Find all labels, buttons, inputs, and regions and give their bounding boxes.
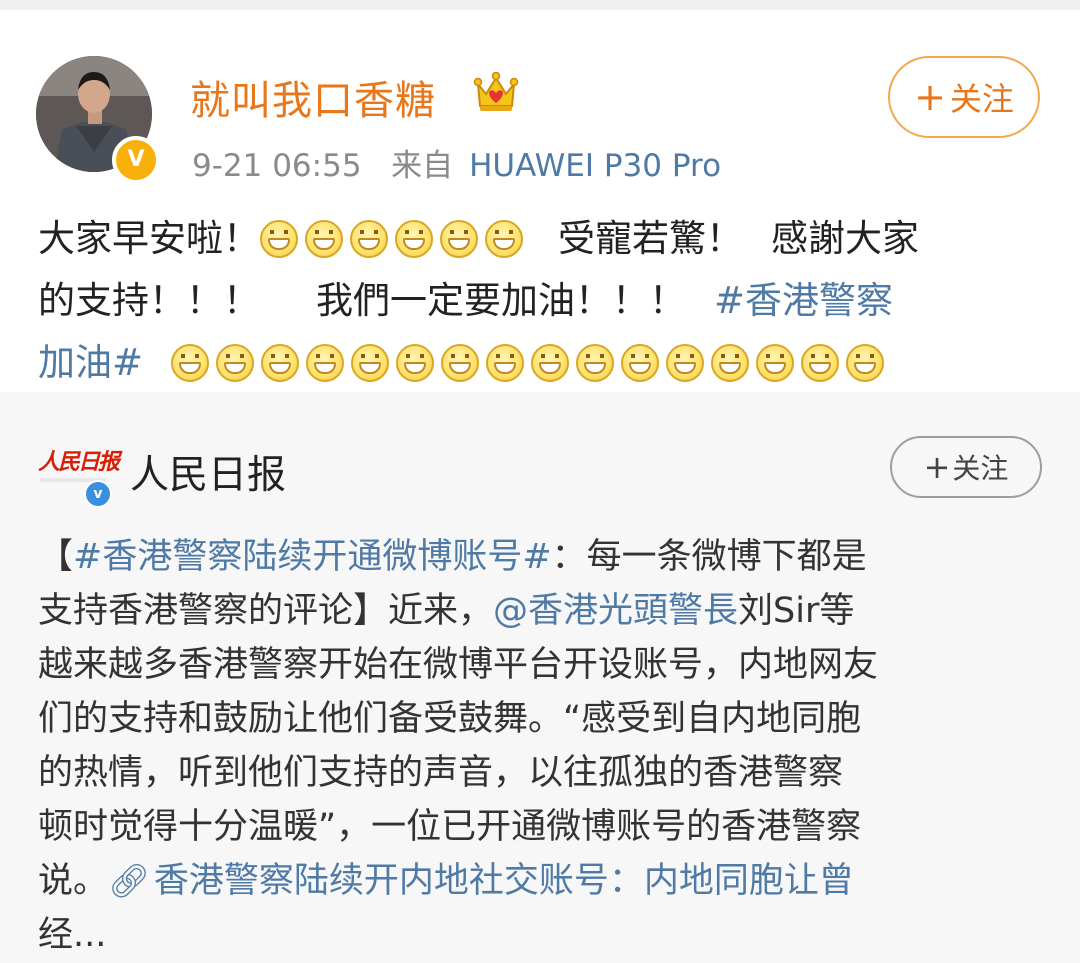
repost-line-6: 顿时觉得十分温暖”，一位已开通微博账号的香港警察 [38,800,1048,854]
grin-emoji-icon [801,344,840,382]
grin-emoji-icon [440,220,478,258]
verified-v-icon: V [112,136,160,184]
read-more-text[interactable]: 经... [38,908,106,962]
post-meta: 9-21 06:55 来自 HUAWEI P30 Pro [192,140,721,185]
post-line-1: 大家早安啦！ 受寵若驚！ 感謝大家 [38,208,1048,270]
grin-emoji-icon [171,344,210,382]
post-body: 大家早安啦！ 受寵若驚！ 感謝大家 的支持！！！ 我們一定要加油！！！ #香港警… [38,208,1048,394]
text-thanks: 感謝大家 [771,217,919,260]
grin-emoji-icon [306,344,345,382]
grin-emoji-icon [396,344,435,382]
device-link[interactable]: HUAWEI P30 Pro [469,148,721,184]
grin-emoji-icon [846,344,885,382]
username[interactable]: 就叫我口香糖 [190,68,436,126]
plus-icon: + [923,448,951,486]
grin-emoji-icon [395,220,433,258]
grin-emoji-icon [261,344,300,382]
grin-emoji-icon [531,344,570,382]
repost-text-segment: 说。 [38,861,109,901]
grin-emoji-icon [305,220,343,258]
repost-follow-button[interactable]: +关注 [890,436,1042,498]
hashtag-link[interactable]: #香港警察 [714,270,893,332]
grin-emoji-icon [621,344,660,382]
source-prefix: 来自 [391,148,454,184]
repost-text-segment: 刘Sir等 [738,591,855,631]
grin-emoji-icon [216,344,255,382]
top-divider [0,0,1080,10]
article-link[interactable]: 香港警察陆续开内地社交账号：内地同胞让曾 [154,854,854,908]
plus-icon: + [914,75,946,119]
post-time: 9-21 06:55 [192,148,362,184]
bracket-open: 【 [38,537,74,577]
repost-text-segment: 顿时觉得十分温暖”，一位已开通微博账号的香港警察 [38,807,862,847]
text-flattered: 受寵若驚！ [558,217,743,260]
repost-line-1: 【#香港警察陆续开通微博账号# ：每一条微博下都是 [38,530,1048,584]
weibo-post: V 就叫我口香糖 9-21 06:55 来自 HUAWEI P30 Pro + 关注… [0,10,1080,392]
repost-card[interactable]: 人民日报 v 人民日报 +关注 【#香港警察陆续开通微博账号# ：每一条微博下都是… [0,392,1080,963]
repost-body: 【#香港警察陆续开通微博账号# ：每一条微博下都是 支持香港警察的评论】近来， @香… [38,530,1048,962]
text-support: 的支持！！！ [38,279,260,322]
grin-emoji-icon [260,220,298,258]
verified-v-icon: v [84,480,112,508]
follow-button[interactable]: + 关注 [888,56,1040,138]
hashtag-link-end[interactable]: 加油# [38,332,143,394]
grin-emoji-icon [756,344,795,382]
repost-text-segment: 们的支持和鼓励让他们备受鼓舞。“感受到自内地同胞 [38,699,862,739]
text-jiayou: 我們一定要加油！！！ [316,279,686,322]
post-line-2: 的支持！！！ 我們一定要加油！！！ #香港警察 [38,270,1048,332]
repost-hashtag-link[interactable]: #香港警察陆续开通微博账号# [73,530,552,584]
post-line-3: 加油# [38,332,1048,394]
repost-line-5: 的热情，听到他们支持的声音，以往孤独的香港警察 [38,746,1048,800]
repost-line-7: 说。 🔗︎ 香港警察陆续开内地社交账号：内地同胞让曾 [38,854,1048,908]
mention-link[interactable]: @香港光頭警長 [493,584,738,638]
repost-line-3: 越来越多香港警察开始在微博平台开设账号，内地网友 [38,638,1048,692]
repost-line-4: 们的支持和鼓励让他们备受鼓舞。“感受到自内地同胞 [38,692,1048,746]
crown-badge-icon[interactable] [472,70,520,114]
grin-emoji-icon [666,344,705,382]
grin-emoji-icon [711,344,750,382]
repost-text-segment: 越来越多香港警察开始在微博平台开设账号，内地网友 [38,645,879,685]
grin-emoji-icon [441,344,480,382]
repost-text-segment: 的热情，听到他们支持的声音，以往孤独的香港警察 [38,753,844,793]
repost-line-8: 经... [38,908,1048,962]
grin-emoji-icon [350,220,388,258]
follow-label: 关注 [949,80,1014,118]
grin-emoji-icon [351,344,390,382]
repost-text-segment: 支持香港警察的评论】近来， [38,591,494,631]
link-icon[interactable]: 🔗︎ [108,854,150,908]
grin-emoji-icon [486,344,525,382]
emoji-group-2 [171,344,891,382]
repost-author-name[interactable]: 人民日报 [130,444,286,500]
grin-emoji-icon [576,344,615,382]
repost-line-2: 支持香港警察的评论】近来， @香港光頭警長 刘Sir等 [38,584,1048,638]
emoji-group-1 [260,220,530,258]
text-greeting: 大家早安啦！ [38,217,260,260]
grin-emoji-icon [485,220,523,258]
follow-label: 关注 [952,452,1009,485]
repost-text-segment: ：每一条微博下都是 [551,537,867,577]
